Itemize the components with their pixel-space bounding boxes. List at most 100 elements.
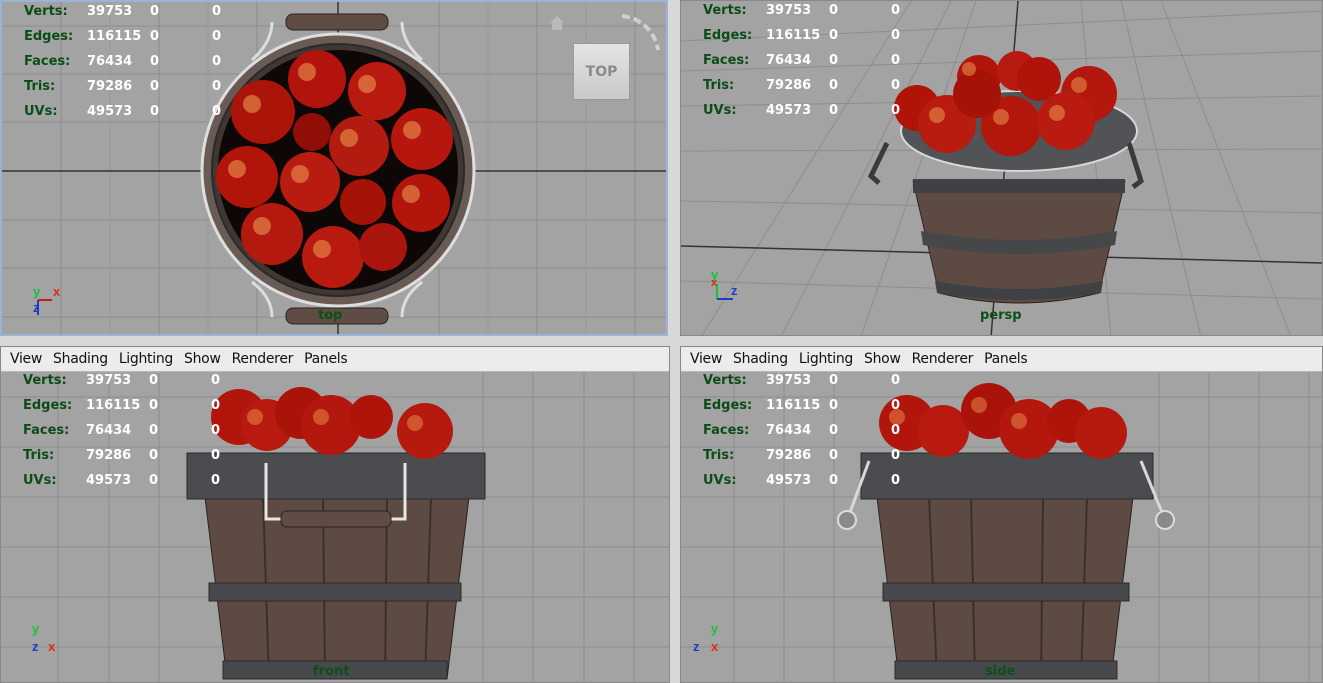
viewport-persp[interactable]: y z x Verts: 39753 0 0 Edges: 116115 0 0 Faces… (680, 0, 1323, 336)
hud-label-verts: Verts: (703, 373, 747, 388)
apples-persp (894, 51, 1117, 156)
viewport-top[interactable]: TOP y x z Verts: 39753 0 0 Edges: 116115 0 0 F… (0, 0, 668, 336)
hud-poly-count: Verts: 39753 0 0 Edges: 116115 0 0 Faces: 76434… (23, 373, 241, 498)
menu-shading[interactable]: Shading (733, 351, 788, 367)
menu-lighting[interactable]: Lighting (799, 351, 854, 367)
hud-value: 0 (891, 103, 901, 118)
hud-value: 39753 (87, 4, 133, 19)
viewport-side-canvas[interactable]: y z x Verts: 39753 0 0 Edges: 116115 0 0 Faces… (681, 373, 1322, 682)
hud-value: 0 (829, 398, 839, 413)
menu-show[interactable]: Show (184, 351, 221, 367)
hud-value: 0 (211, 373, 221, 388)
hud-value: 0 (829, 78, 839, 93)
hud-value: 0 (829, 53, 839, 68)
hud-label-tris: Tris: (703, 78, 735, 93)
hud-value: 0 (211, 398, 221, 413)
menu-show[interactable]: Show (864, 351, 901, 367)
viewport-front[interactable]: View Shading Lighting Show Renderer Pane… (0, 346, 670, 683)
hud-value: 0 (829, 103, 839, 118)
menu-shading[interactable]: Shading (53, 351, 108, 367)
hud-value: 0 (212, 4, 222, 19)
hud-label-uvs: UVs: (24, 104, 58, 119)
hud-value: 39753 (766, 3, 812, 18)
hud-label-edges: Edges: (703, 28, 753, 43)
hud-value: 0 (149, 398, 159, 413)
hud-value: 49573 (87, 104, 133, 119)
hud-label-verts: Verts: (23, 373, 67, 388)
hud-value: 0 (150, 29, 160, 44)
menu-panels[interactable]: Panels (304, 351, 348, 367)
hud-value: 0 (891, 398, 901, 413)
hud-value: 49573 (766, 103, 812, 118)
menu-lighting[interactable]: Lighting (119, 351, 174, 367)
viewport-top-canvas[interactable]: TOP y x z Verts: 39753 0 0 Edges: 116115 0 0 F… (2, 2, 666, 334)
viewport-side[interactable]: View Shading Lighting Show Renderer Pane… (680, 346, 1323, 683)
hud-value: 76434 (86, 423, 132, 438)
hud-value: 49573 (86, 473, 132, 488)
hud-value: 79286 (766, 448, 812, 463)
menu-view[interactable]: View (690, 351, 722, 367)
hud-value: 39753 (766, 373, 812, 388)
hud-poly-count: Verts: 39753 0 0 Edges: 116115 0 0 Faces: 76434… (24, 4, 242, 129)
menu-renderer[interactable]: Renderer (912, 351, 974, 367)
hud-value: 0 (212, 79, 222, 94)
hud-value: 0 (829, 423, 839, 438)
hud-poly-count: Verts: 39753 0 0 Edges: 116115 0 0 Faces: 76434… (703, 373, 921, 498)
hud-value: 0 (891, 473, 901, 488)
hud-value: 0 (150, 79, 160, 94)
hud-label-tris: Tris: (23, 448, 55, 463)
hud-label-verts: Verts: (703, 3, 747, 18)
hud-value: 116115 (86, 398, 141, 413)
hud-value: 0 (829, 28, 839, 43)
hud-label-faces: Faces: (24, 54, 71, 69)
hud-value: 0 (891, 78, 901, 93)
hud-value: 0 (212, 104, 222, 119)
hud-value: 76434 (766, 423, 812, 438)
hud-value: 116115 (87, 29, 142, 44)
viewport-persp-canvas[interactable]: y z x Verts: 39753 0 0 Edges: 116115 0 0 Faces… (681, 1, 1322, 335)
camera-label: persp (980, 308, 1022, 323)
hud-value: 0 (212, 54, 222, 69)
hud-label-faces: Faces: (23, 423, 70, 438)
hud-value: 0 (211, 423, 221, 438)
camera-label: front (313, 664, 350, 679)
hud-label-faces: Faces: (703, 53, 750, 68)
menu-view[interactable]: View (10, 351, 42, 367)
menu-renderer[interactable]: Renderer (232, 351, 294, 367)
viewport-front-canvas[interactable]: y z x Verts: 39753 0 0 Edges: 116115 0 0 Faces… (1, 373, 669, 682)
viewcube-orbit-ring-icon[interactable] (614, 10, 664, 60)
hud-value: 49573 (766, 473, 812, 488)
menu-panels[interactable]: Panels (984, 351, 1028, 367)
hud-poly-count: Verts: 39753 0 0 Edges: 116115 0 0 Faces: 76434… (703, 3, 921, 128)
hud-value: 0 (829, 448, 839, 463)
hud-value: 0 (829, 3, 839, 18)
panel-menu-bar: View Shading Lighting Show Renderer Pane… (1, 347, 669, 372)
hud-value: 0 (891, 423, 901, 438)
hud-value: 0 (891, 448, 901, 463)
panel-menu-bar: View Shading Lighting Show Renderer Pane… (681, 347, 1322, 372)
hud-label-tris: Tris: (703, 448, 735, 463)
camera-label: top (318, 308, 343, 323)
hud-label-edges: Edges: (23, 398, 73, 413)
hud-value: 76434 (87, 54, 133, 69)
hud-value: 0 (829, 473, 839, 488)
hud-value: 0 (891, 28, 901, 43)
hud-label-faces: Faces: (703, 423, 750, 438)
hud-value: 0 (829, 373, 839, 388)
hud-value: 0 (150, 104, 160, 119)
hud-value: 79286 (86, 448, 132, 463)
hud-value: 0 (211, 448, 221, 463)
hud-value: 0 (891, 373, 901, 388)
hud-label-uvs: UVs: (23, 473, 57, 488)
hud-value: 0 (149, 473, 159, 488)
hud-value: 0 (149, 423, 159, 438)
hud-value: 116115 (766, 28, 821, 43)
hud-label-uvs: UVs: (703, 103, 737, 118)
hud-label-uvs: UVs: (703, 473, 737, 488)
hud-label-tris: Tris: (24, 79, 56, 94)
hud-value: 0 (149, 373, 159, 388)
hud-value: 79286 (766, 78, 812, 93)
home-icon[interactable] (548, 14, 566, 32)
hud-value: 116115 (766, 398, 821, 413)
hud-value: 0 (150, 4, 160, 19)
